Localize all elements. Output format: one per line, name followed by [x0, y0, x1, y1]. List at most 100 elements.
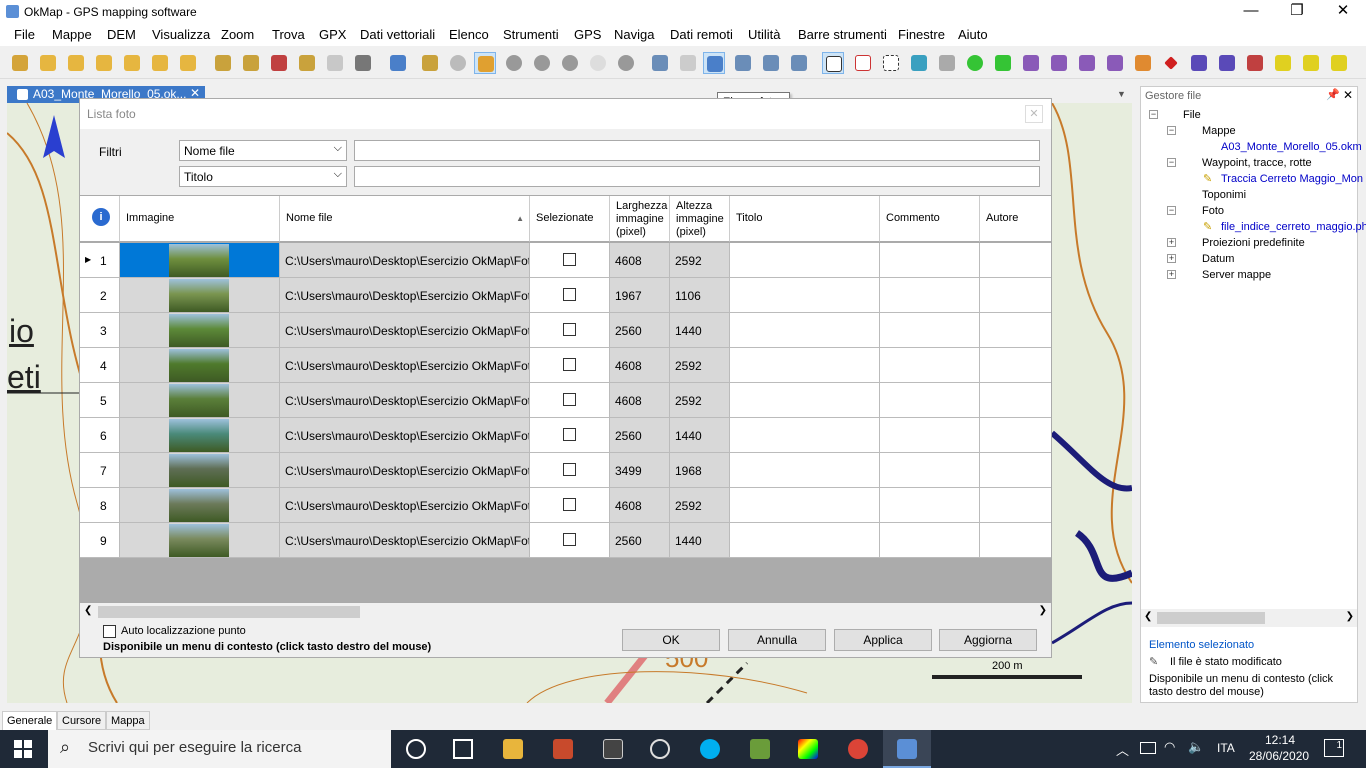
image-cell[interactable]	[120, 348, 280, 383]
file-name-cell[interactable]: C:\Users\mauro\Desktop\Esercizio OkMap\F…	[280, 453, 530, 488]
tree-node-datum[interactable]: Datum	[1202, 253, 1234, 265]
windows-start-icon[interactable]	[14, 740, 32, 758]
steam-icon[interactable]	[650, 739, 670, 759]
apply-button[interactable]: Applica	[834, 629, 932, 651]
panel-close-icon[interactable]: ✕	[1343, 88, 1353, 102]
lock-icon[interactable]	[474, 52, 496, 74]
folder-export-icon[interactable]	[177, 52, 199, 74]
row-header[interactable]: 6	[80, 418, 120, 453]
folder-add-icon[interactable]	[93, 52, 115, 74]
notepad-icon[interactable]	[750, 739, 770, 759]
grid-disabled-icon[interactable]	[677, 52, 699, 74]
save-grid-icon[interactable]	[268, 52, 290, 74]
file-name-cell[interactable]: C:\Users\mauro\Desktop\Esercizio OkMap\F…	[280, 418, 530, 453]
language-indicator[interactable]: ITA	[1217, 741, 1235, 755]
menu-zoom[interactable]: Zoom	[221, 27, 254, 42]
menu-trova[interactable]: Trova	[272, 27, 305, 42]
row-header[interactable]: 7	[80, 453, 120, 488]
expand-icon[interactable]: +	[1167, 270, 1176, 279]
folder-edit-icon[interactable]	[121, 52, 143, 74]
comment-cell[interactable]	[880, 383, 980, 418]
author-cell[interactable]	[980, 453, 1051, 488]
title-cell[interactable]	[730, 383, 880, 418]
file-name-cell[interactable]: C:\Users\mauro\Desktop\Esercizio OkMap\F…	[280, 488, 530, 523]
zoom-out-icon[interactable]	[531, 52, 553, 74]
filter-input-1[interactable]	[354, 140, 1040, 161]
title-cell[interactable]	[730, 523, 880, 558]
selected-cell[interactable]	[530, 523, 610, 558]
collapse-icon[interactable]: −	[1167, 158, 1176, 167]
title-cell[interactable]	[730, 278, 880, 313]
selected-checkbox[interactable]	[563, 358, 576, 371]
track-pencil-icon[interactable]	[1132, 52, 1154, 74]
menu-barre-strumenti[interactable]: Barre strumenti	[798, 27, 887, 42]
battery-icon[interactable]	[1140, 742, 1156, 754]
expand-icon[interactable]: +	[1167, 254, 1176, 263]
route-edit-icon[interactable]	[1048, 52, 1070, 74]
file-name-cell[interactable]: C:\Users\mauro\Desktop\Esercizio OkMap\F…	[280, 278, 530, 313]
scroll-left-icon[interactable]: ❮	[1144, 611, 1152, 622]
row-header[interactable]: 5	[80, 383, 120, 418]
file-name-cell[interactable]: C:\Users\mauro\Desktop\Esercizio OkMap\F…	[280, 523, 530, 558]
waypoint-icon[interactable]	[964, 52, 986, 74]
menu-finestre[interactable]: Finestre	[898, 27, 945, 42]
dialog-close-icon[interactable]: ✕	[1025, 105, 1043, 123]
selected-checkbox[interactable]	[563, 288, 576, 301]
auto-localization-checkbox[interactable]	[103, 625, 116, 638]
filter-field-select-2[interactable]: Titolo ⌵	[179, 166, 347, 187]
notification-icon[interactable]: 1	[1324, 739, 1344, 757]
expand-icon[interactable]: +	[1167, 238, 1176, 247]
scroll-right-icon[interactable]: ❯	[1039, 605, 1047, 616]
title-cell[interactable]	[730, 488, 880, 523]
filter-input-2[interactable]	[354, 166, 1040, 187]
author-cell[interactable]	[980, 523, 1051, 558]
menu-visualizza[interactable]: Visualizza	[152, 27, 210, 42]
row-header[interactable]: 2	[80, 278, 120, 313]
pointer-icon[interactable]	[822, 52, 844, 74]
menu-utilita[interactable]: Utilità	[748, 27, 781, 42]
tab-generale[interactable]: Generale	[2, 711, 58, 730]
tab-mappa[interactable]: Mappa	[106, 711, 150, 730]
photo-grid[interactable]: i Immagine Nome file ▲ Selezionate Larghe…	[80, 195, 1051, 603]
cancel-button[interactable]: Annulla	[728, 629, 826, 651]
selected-cell[interactable]	[530, 453, 610, 488]
menu-dem[interactable]: DEM	[107, 27, 136, 42]
ruler-icon[interactable]	[1272, 52, 1294, 74]
selected-cell[interactable]	[530, 278, 610, 313]
move-icon[interactable]	[936, 52, 958, 74]
zoom-box-icon[interactable]	[559, 52, 581, 74]
menu-dati-vettoriali[interactable]: Dati vettoriali	[360, 27, 435, 42]
minimize-icon[interactable]: —	[1228, 0, 1274, 24]
selected-checkbox[interactable]	[563, 498, 576, 511]
eraser-icon[interactable]	[908, 52, 930, 74]
image-cell[interactable]	[120, 453, 280, 488]
selected-cell[interactable]	[530, 418, 610, 453]
author-cell[interactable]	[980, 383, 1051, 418]
cursor-info-icon[interactable]	[387, 52, 409, 74]
cortana-icon[interactable]	[406, 739, 426, 759]
scroll-right-icon[interactable]: ❯	[1346, 611, 1354, 622]
calculator-icon[interactable]	[603, 739, 623, 759]
file-name-cell[interactable]: C:\Users\mauro\Desktop\Esercizio OkMap\F…	[280, 348, 530, 383]
pin-icon[interactable]: 📌	[1326, 88, 1340, 101]
list-x-icon[interactable]	[760, 52, 782, 74]
selected-checkbox[interactable]	[563, 253, 576, 266]
row-header[interactable]: 9	[80, 523, 120, 558]
file-explorer-icon[interactable]	[503, 739, 523, 759]
save-icon[interactable]	[212, 52, 234, 74]
tree-node-server[interactable]: Server mappe	[1202, 269, 1271, 281]
menu-aiuto[interactable]: Aiuto	[958, 27, 988, 42]
edit-list-icon[interactable]	[649, 52, 671, 74]
author-cell[interactable]	[980, 418, 1051, 453]
author-cell[interactable]	[980, 313, 1051, 348]
open-map-icon[interactable]	[37, 52, 59, 74]
waypoint-edit-icon[interactable]	[992, 52, 1014, 74]
menu-mappe[interactable]: Mappe	[52, 27, 92, 42]
scroll-thumb[interactable]	[98, 606, 360, 618]
image-cell[interactable]	[120, 488, 280, 523]
comment-cell[interactable]	[880, 348, 980, 383]
title-cell[interactable]	[730, 313, 880, 348]
menu-gpx[interactable]: GPX	[319, 27, 346, 42]
image-cell[interactable]	[120, 278, 280, 313]
scroll-left-icon[interactable]: ❮	[84, 605, 92, 616]
